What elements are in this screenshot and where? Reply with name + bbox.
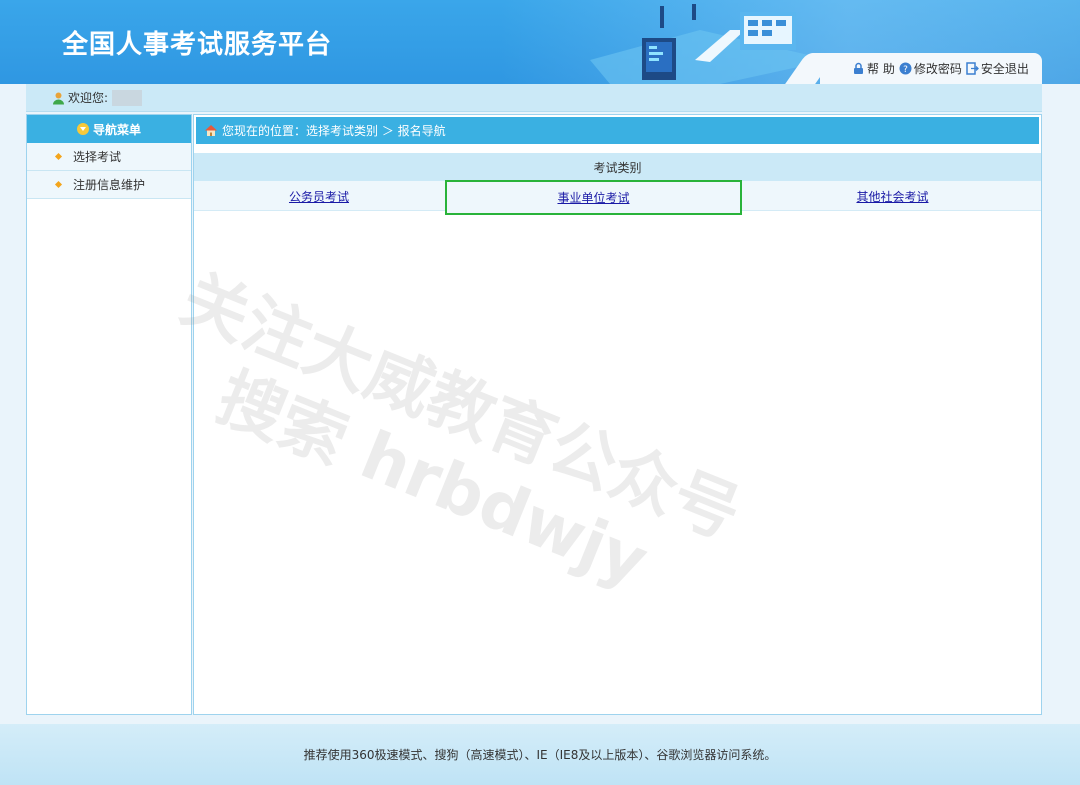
public-institution-exam-link[interactable]: 事业单位考试	[445, 180, 742, 215]
exit-icon	[966, 62, 979, 75]
sidebar-item-label: 选择考试	[73, 150, 122, 164]
question-icon: ?	[899, 62, 912, 75]
exam-category-header: 考试类别	[194, 153, 1041, 181]
header-toolbar: 帮 助 ? 修改密码 安全退出	[820, 53, 1042, 84]
logout-link[interactable]: 安全退出	[966, 60, 1029, 77]
sidebar-item-registration-info[interactable]: 注册信息维护	[27, 171, 191, 199]
change-password-link[interactable]: ? 修改密码	[899, 60, 962, 77]
footer-text: 推荐使用360极速模式、搜狗（高速模式）、IE（IE8及以上版本）、谷歌浏览器访…	[303, 748, 777, 762]
svg-text:?: ?	[903, 65, 908, 75]
header: 全国人事考试服务平台 帮 助 ? 修改密码 安全退出	[0, 0, 1080, 84]
change-password-label: 修改密码	[913, 62, 962, 76]
welcome-label: 欢迎您:	[68, 91, 109, 105]
help-link[interactable]: 帮 助	[852, 60, 895, 77]
welcome-bar: 欢迎您:	[26, 84, 1042, 112]
breadcrumb-text: 您现在的位置：选择考试类别 ＞ 报名导航	[222, 124, 446, 138]
main-content: 您现在的位置：选择考试类别 ＞ 报名导航 考试类别 公务员考试 事业单位考试 其…	[193, 114, 1042, 715]
sidebar-item-label: 注册信息维护	[73, 178, 146, 192]
chevron-down-icon	[76, 123, 89, 135]
other-social-exam-link[interactable]: 其他社会考试	[744, 181, 1041, 211]
bullet-icon	[54, 180, 63, 189]
footer: 推荐使用360极速模式、搜狗（高速模式）、IE（IE8及以上版本）、谷歌浏览器访…	[0, 724, 1080, 785]
username-redacted	[112, 89, 143, 106]
sidebar: 导航菜单 选择考试 注册信息维护	[26, 114, 192, 715]
site-title: 全国人事考试服务平台	[62, 30, 333, 60]
bullet-icon	[54, 152, 63, 161]
logout-label: 安全退出	[980, 62, 1029, 76]
home-icon	[205, 125, 217, 136]
sidebar-item-select-exam[interactable]: 选择考试	[27, 143, 191, 171]
exam-category-row: 公务员考试 事业单位考试 其他社会考试	[194, 180, 1041, 215]
sidebar-title: 导航菜单	[92, 122, 141, 137]
user-icon	[53, 92, 64, 104]
help-label: 帮 助	[867, 62, 895, 76]
lock-icon	[854, 62, 863, 74]
breadcrumb: 您现在的位置：选择考试类别 ＞ 报名导航	[196, 117, 1039, 144]
civil-servant-exam-link[interactable]: 公务员考试	[194, 181, 444, 211]
sidebar-header: 导航菜单	[27, 115, 191, 143]
